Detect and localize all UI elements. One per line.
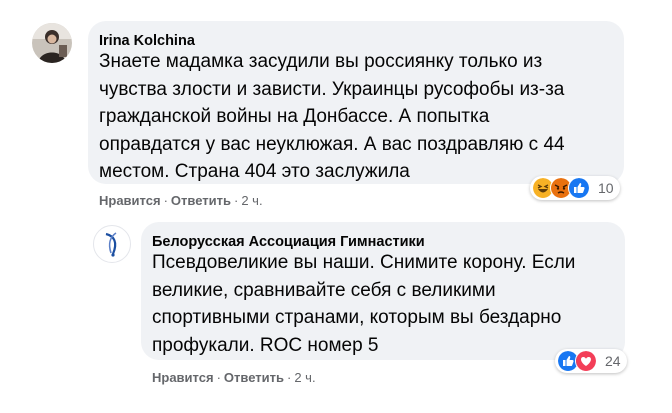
reply-text-line: спортивными странами, которым вы бездарн… bbox=[152, 307, 562, 328]
reply-text: Псевдовеликие вы наши. Снимите корону. Е… bbox=[152, 249, 575, 359]
comment-text-line: чувства злости и зависти. Украинцы русоф… bbox=[99, 78, 565, 100]
comment-text-line: оправдатся у вас неуклюжая. А вас поздра… bbox=[99, 133, 565, 155]
comment-text: Знаете мадамка засудили вы россиянку тол… bbox=[99, 48, 565, 186]
comment-text-line: местом. Страна 404 это заслужила bbox=[99, 161, 410, 182]
reply-link[interactable]: Ответить bbox=[171, 193, 231, 208]
like-link[interactable]: Нравится bbox=[152, 370, 214, 385]
reply-author[interactable]: Белорусская Ассоциация Гимнастики bbox=[152, 234, 425, 250]
reaction-count: 24 bbox=[605, 353, 621, 369]
reply-text-line: Псевдовеликие вы наши. Снимите корону. Е… bbox=[152, 252, 576, 273]
reactions-summary[interactable]: 10 bbox=[530, 176, 620, 200]
comment-text-line: Знаете мадамка засудили вы россиянку тол… bbox=[99, 51, 543, 72]
separator: · bbox=[163, 193, 168, 208]
gymnastics-logo-icon bbox=[105, 232, 117, 257]
avatar-photo bbox=[32, 23, 72, 63]
like-reaction-icon bbox=[568, 177, 590, 199]
timestamp-link[interactable]: 2 ч. bbox=[241, 193, 262, 208]
commenter-avatar[interactable] bbox=[32, 23, 72, 63]
reply-link[interactable]: Ответить bbox=[224, 370, 284, 385]
timestamp-link[interactable]: 2 ч. bbox=[294, 370, 315, 385]
reply-reactions-summary[interactable]: 24 bbox=[555, 349, 627, 373]
reaction-icons bbox=[557, 350, 597, 372]
reaction-count: 10 bbox=[598, 180, 614, 196]
reply-actions: Нравится · Ответить · 2 ч. bbox=[152, 370, 316, 385]
reply-text-line: профукали. ROC номер 5 bbox=[152, 334, 379, 356]
love-reaction-icon bbox=[575, 350, 597, 372]
reaction-icons bbox=[532, 177, 590, 199]
separator: · bbox=[216, 370, 221, 385]
comment-text-line: гражданской войны на Донбассе. А попытка bbox=[99, 106, 490, 127]
comment-author[interactable]: Irina Kolchina bbox=[99, 33, 195, 49]
comment-actions: Нравится · Ответить · 2 ч. bbox=[99, 193, 263, 208]
reply-author-avatar[interactable] bbox=[93, 225, 131, 263]
separator: · bbox=[233, 193, 239, 208]
reply-text-line: великие, сравнивайте себя с великими bbox=[152, 279, 496, 301]
separator: · bbox=[286, 370, 292, 385]
like-link[interactable]: Нравится bbox=[99, 193, 161, 208]
